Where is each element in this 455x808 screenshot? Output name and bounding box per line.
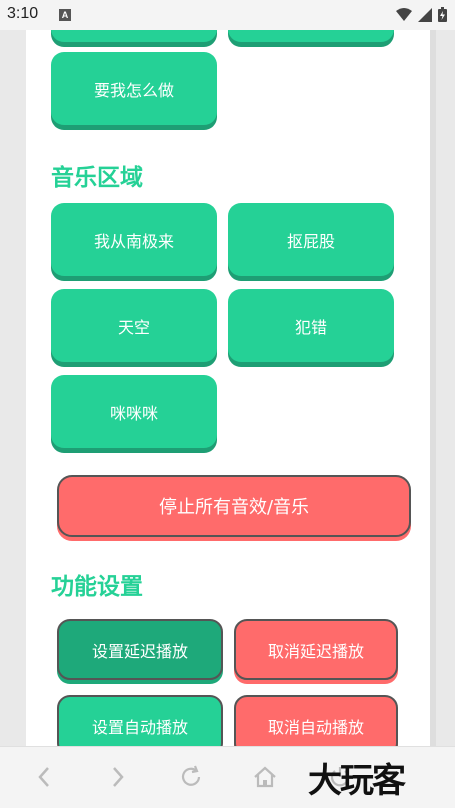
sound-button-partial-2[interactable] bbox=[228, 30, 394, 42]
music-section-title: 音乐区域 bbox=[51, 165, 143, 191]
home-icon[interactable] bbox=[250, 762, 280, 792]
page-margin bbox=[436, 30, 455, 746]
content-panel: 要我怎么做 音乐区域 我从南极来 抠屁股 天空 犯错 咪咪咪 停止所有音效/音乐… bbox=[26, 30, 430, 746]
music-button-1[interactable]: 我从南极来 bbox=[51, 203, 217, 276]
back-icon[interactable] bbox=[30, 762, 60, 792]
set-auto-play-button[interactable]: 设置自动播放 bbox=[57, 695, 223, 746]
music-button-4[interactable]: 犯错 bbox=[228, 289, 394, 362]
signal-icon bbox=[418, 7, 432, 22]
refresh-icon[interactable] bbox=[176, 762, 206, 792]
set-delay-play-button[interactable]: 设置延迟播放 bbox=[57, 619, 223, 680]
music-button-5[interactable]: 咪咪咪 bbox=[51, 375, 217, 448]
sound-button-what-should-i-do[interactable]: 要我怎么做 bbox=[51, 52, 217, 125]
battery-icon bbox=[438, 7, 447, 22]
forward-icon[interactable] bbox=[102, 762, 132, 792]
music-button-3[interactable]: 天空 bbox=[51, 289, 217, 362]
wifi-icon bbox=[396, 7, 412, 21]
status-bar: 3:10 A bbox=[0, 0, 455, 30]
sound-button-partial-1[interactable] bbox=[51, 30, 217, 42]
watermark-logo: 大玩客 bbox=[308, 761, 406, 801]
cancel-auto-play-button[interactable]: 取消自动播放 bbox=[234, 695, 398, 746]
music-button-2[interactable]: 抠屁股 bbox=[228, 203, 394, 276]
function-section-title: 功能设置 bbox=[51, 574, 143, 600]
notification-a-icon: A bbox=[59, 9, 71, 21]
cancel-delay-play-button[interactable]: 取消延迟播放 bbox=[234, 619, 398, 680]
stop-all-button[interactable]: 停止所有音效/音乐 bbox=[57, 475, 411, 537]
clock: 3:10 bbox=[7, 5, 39, 22]
